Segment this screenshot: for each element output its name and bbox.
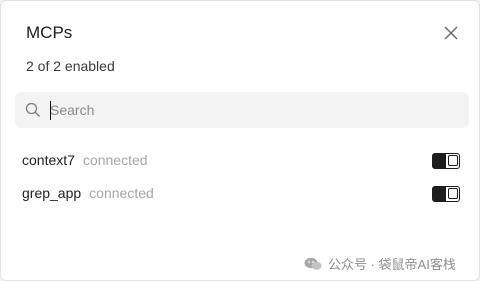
wechat-icon [304,257,322,270]
mcp-server-row: grep_app connected [22,184,462,204]
mcp-dialog: MCPs 2 of 2 enabled context7 connected gr… [0,0,480,281]
watermark-text: 公众号 · 袋鼠帝AI客栈 [328,257,456,272]
close-icon[interactable] [442,24,460,42]
server-status: connected [89,184,154,201]
watermark: 公众号 · 袋鼠帝AI客栈 [304,254,456,273]
toggle-fill [433,187,446,201]
toggle-fill [433,154,446,168]
toggle-knob [448,188,458,199]
search-icon [25,102,40,117]
server-name: grep_app [22,184,82,201]
server-status: connected [82,151,148,168]
toggle-knob [448,155,458,166]
text-caret [50,101,51,120]
server-toggle[interactable] [432,153,460,169]
mcp-server-row: context7 connected [22,151,462,171]
enabled-count: 2 of 2 enabled [26,58,115,74]
search-input[interactable] [50,98,450,122]
search-box[interactable] [15,92,469,128]
server-name: context7 [22,151,75,168]
server-toggle[interactable] [432,186,460,202]
dialog-title: MCPs [26,23,73,42]
